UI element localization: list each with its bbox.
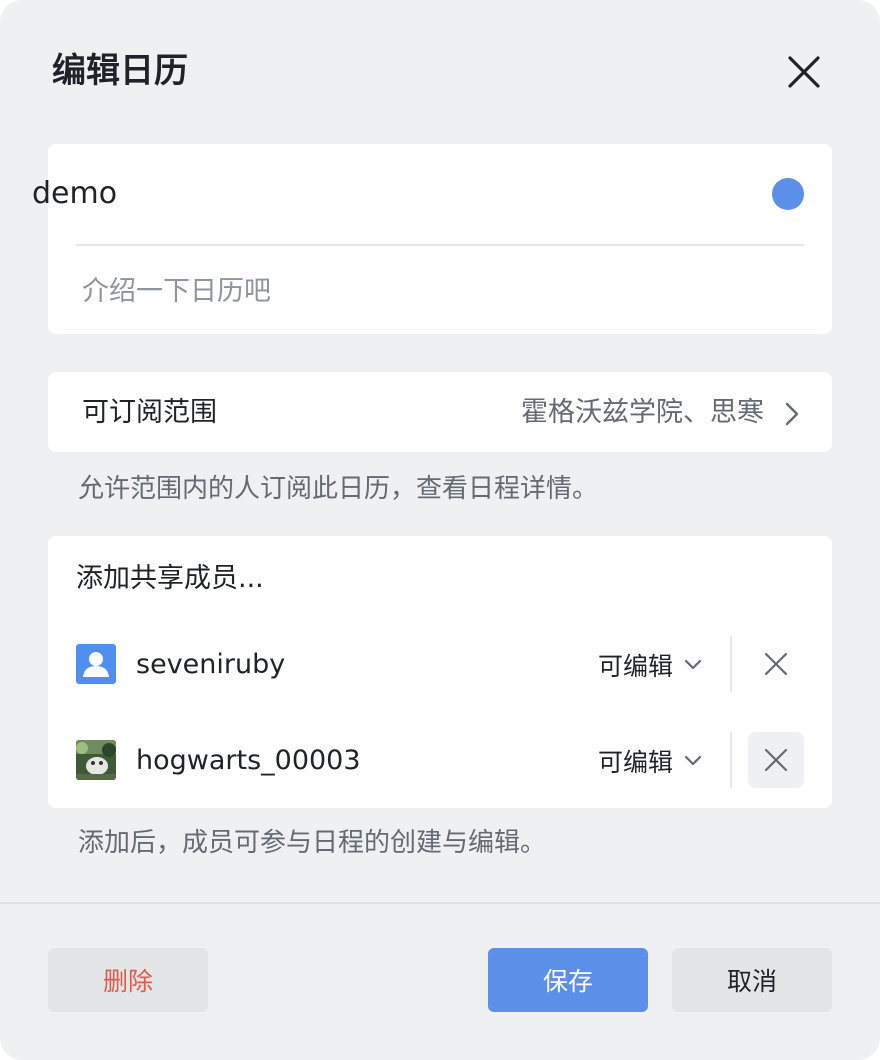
divider — [730, 732, 732, 788]
close-button[interactable] — [780, 48, 828, 96]
remove-member-button[interactable] — [748, 636, 804, 692]
delete-button[interactable]: 删除 — [48, 948, 208, 1012]
close-icon — [788, 56, 820, 88]
divider — [730, 636, 732, 692]
photo-avatar — [76, 740, 116, 780]
member-row: hogwarts_00003 可编辑 — [48, 720, 832, 804]
chevron-down-icon — [684, 659, 702, 670]
member-permission-label: 可编辑 — [598, 748, 674, 777]
shared-members-hint: 添加后，成员可参与日程的创建与编辑。 — [78, 828, 547, 858]
divider — [76, 244, 804, 246]
edit-calendar-dialog: 编辑日历 demo 介绍一下日历吧 可订阅范围 霍格沃兹学院、思寒 允许范围内的… — [0, 0, 880, 1060]
member-permission-dropdown[interactable]: 可编辑 — [598, 644, 703, 686]
chevron-down-icon — [684, 755, 702, 766]
calendar-description-input[interactable]: 介绍一下日历吧 — [82, 270, 782, 314]
default-user-icon — [76, 644, 116, 684]
subscribe-scope-hint: 允许范围内的人订阅此日历，查看日程详情。 — [78, 474, 599, 504]
add-shared-members-input[interactable]: 添加共享成员... — [76, 558, 264, 600]
member-permission-label: 可编辑 — [598, 652, 674, 681]
calendar-color-picker[interactable] — [772, 178, 804, 210]
cancel-button[interactable]: 取消 — [672, 948, 832, 1012]
member-row: seveniruby 可编辑 — [48, 624, 832, 708]
chevron-right-icon[interactable] — [782, 400, 802, 428]
member-permission-dropdown[interactable]: 可编辑 — [598, 740, 703, 782]
dialog-title: 编辑日历 — [52, 51, 188, 91]
close-icon — [764, 748, 788, 772]
save-button[interactable]: 保存 — [488, 948, 648, 1012]
calendar-name-input[interactable]: demo — [32, 170, 712, 218]
member-name: hogwarts_00003 — [136, 745, 361, 776]
close-icon — [764, 652, 788, 676]
member-name: seveniruby — [136, 649, 286, 680]
subscribe-scope-value[interactable]: 霍格沃兹学院、思寒 — [521, 392, 764, 434]
remove-member-button[interactable] — [748, 732, 804, 788]
subscribe-scope-label: 可订阅范围 — [82, 397, 217, 428]
footer-divider — [0, 902, 880, 904]
